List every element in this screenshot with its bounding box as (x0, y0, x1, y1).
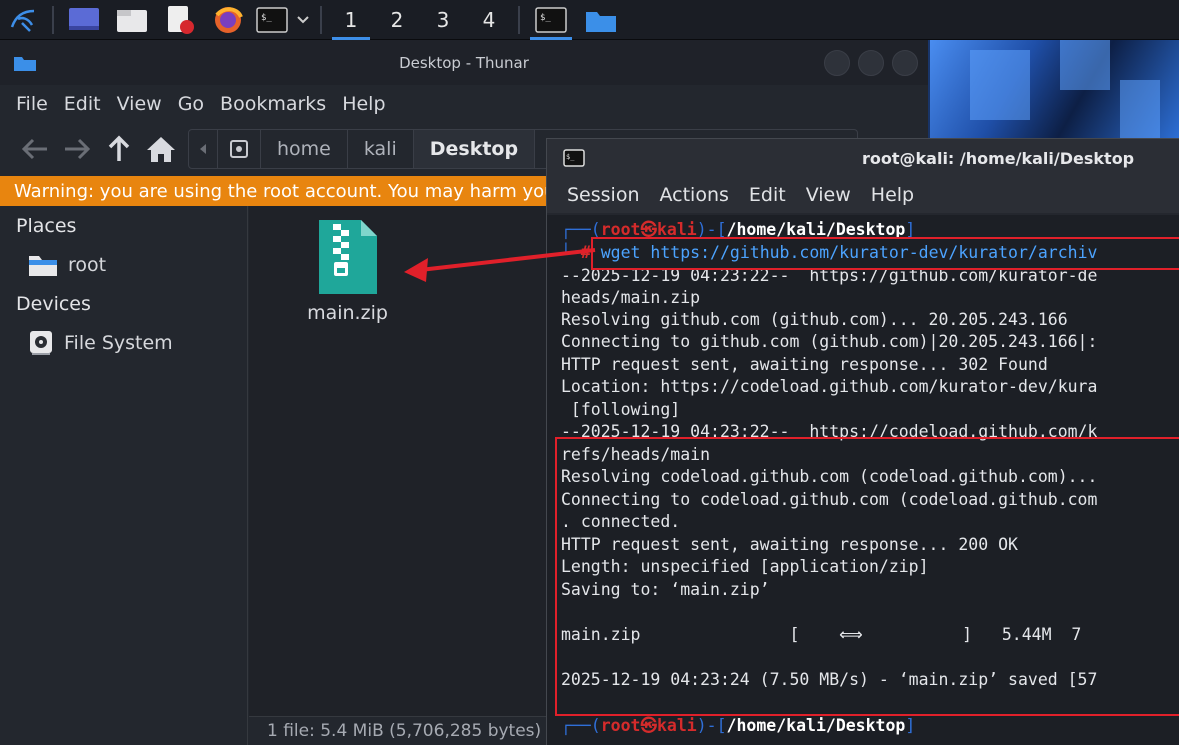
menu-actions[interactable]: Actions (660, 184, 729, 206)
devices-header: Devices (16, 293, 91, 315)
svg-text:$_: $_ (566, 153, 575, 161)
menu-go[interactable]: Go (178, 93, 204, 115)
thunar-menubar: File Edit View Go Bookmarks Help (0, 85, 928, 123)
forward-arrow-icon[interactable] (56, 129, 98, 169)
file-name: main.zip (307, 302, 388, 324)
terminal-titlebar[interactable]: $_ root@kali: /home/kali/Desktop (547, 139, 1179, 177)
terminal-launcher-icon[interactable]: $_ (252, 0, 292, 40)
path-segment-kali[interactable]: kali (348, 130, 414, 168)
svg-text:$_: $_ (540, 13, 551, 23)
wallpaper-art (930, 40, 1179, 140)
terminal-icon: $_ (563, 149, 585, 167)
top-panel: $_ 1 2 3 4 $_ (0, 0, 1179, 40)
back-arrow-icon[interactable] (14, 129, 56, 169)
sidebar-item-root[interactable]: root (0, 246, 247, 284)
sidebar-item-label: File System (64, 332, 173, 354)
menu-help[interactable]: Help (342, 93, 385, 115)
prompt-path: /home/kali/Desktop (726, 716, 906, 735)
up-arrow-icon[interactable] (98, 129, 140, 169)
places-header: Places (16, 215, 77, 237)
kali-menu-icon[interactable] (0, 0, 46, 40)
menu-bookmarks[interactable]: Bookmarks (220, 93, 326, 115)
menu-file[interactable]: File (16, 93, 48, 115)
output-line: Location: https://codeload.github.com/ku… (561, 377, 1098, 396)
chevron-down-icon[interactable] (292, 0, 314, 40)
terminal-menubar: Session Actions Edit View Help (547, 177, 1179, 213)
output-line: Connecting to github.com (github.com)|20… (561, 332, 1098, 351)
taskbar-folder-icon[interactable] (576, 0, 626, 40)
workspace-1[interactable]: 1 (328, 0, 374, 40)
file-manager-icon[interactable] (108, 0, 156, 40)
path-segment-home[interactable]: home (261, 130, 348, 168)
output-line: heads/main.zip (561, 288, 701, 307)
menu-edit[interactable]: Edit (64, 93, 101, 115)
minimize-button[interactable] (824, 50, 850, 76)
menu-session[interactable]: Session (567, 184, 640, 206)
file-item-main-zip[interactable]: main.zip (300, 218, 395, 324)
home-icon[interactable] (140, 129, 182, 169)
workspace-4[interactable]: 4 (466, 0, 512, 40)
taskbar-terminal-icon[interactable]: $_ (526, 0, 576, 40)
output-line: Resolving github.com (github.com)... 20.… (561, 310, 1068, 329)
drive-icon (30, 331, 52, 355)
thunar-titlebar[interactable]: Desktop - Thunar (0, 40, 928, 85)
output-line: HTTP request sent, awaiting response... … (561, 355, 1048, 374)
firefox-icon[interactable] (204, 0, 252, 40)
annotation-box-output (555, 437, 1179, 716)
menu-edit[interactable]: Edit (749, 184, 786, 206)
path-segment-desktop[interactable]: Desktop (413, 130, 536, 168)
menu-help[interactable]: Help (871, 184, 914, 206)
maximize-button[interactable] (858, 50, 884, 76)
window-title: Desktop - Thunar (399, 53, 529, 72)
zip-archive-icon (318, 220, 377, 294)
svg-text:$_: $_ (261, 13, 272, 23)
path-scroll-left-icon[interactable] (189, 130, 218, 168)
workspace-2[interactable]: 2 (374, 0, 420, 40)
prompt-line: ┌──(root㉿kali)-[/home/kali/Desktop] (561, 716, 916, 735)
folder-home-icon (29, 256, 57, 276)
menu-view[interactable]: View (117, 93, 162, 115)
window-title: root@kali: /home/kali/Desktop (862, 148, 1135, 168)
prompt-user: root㉿kali (600, 716, 697, 735)
annotation-box-command (591, 237, 1179, 270)
sidebar-item-file-system[interactable]: File System (0, 324, 247, 362)
side-pane: Places root Devices File System (0, 206, 248, 745)
path-root-drive-icon[interactable] (218, 130, 261, 168)
output-line: [following] (561, 400, 681, 419)
close-button[interactable] (892, 50, 918, 76)
sidebar-item-label: root (68, 254, 107, 276)
workspace-3[interactable]: 3 (420, 0, 466, 40)
text-editor-icon[interactable] (156, 0, 204, 40)
menu-view[interactable]: View (806, 184, 851, 206)
show-desktop-icon[interactable] (60, 0, 108, 40)
